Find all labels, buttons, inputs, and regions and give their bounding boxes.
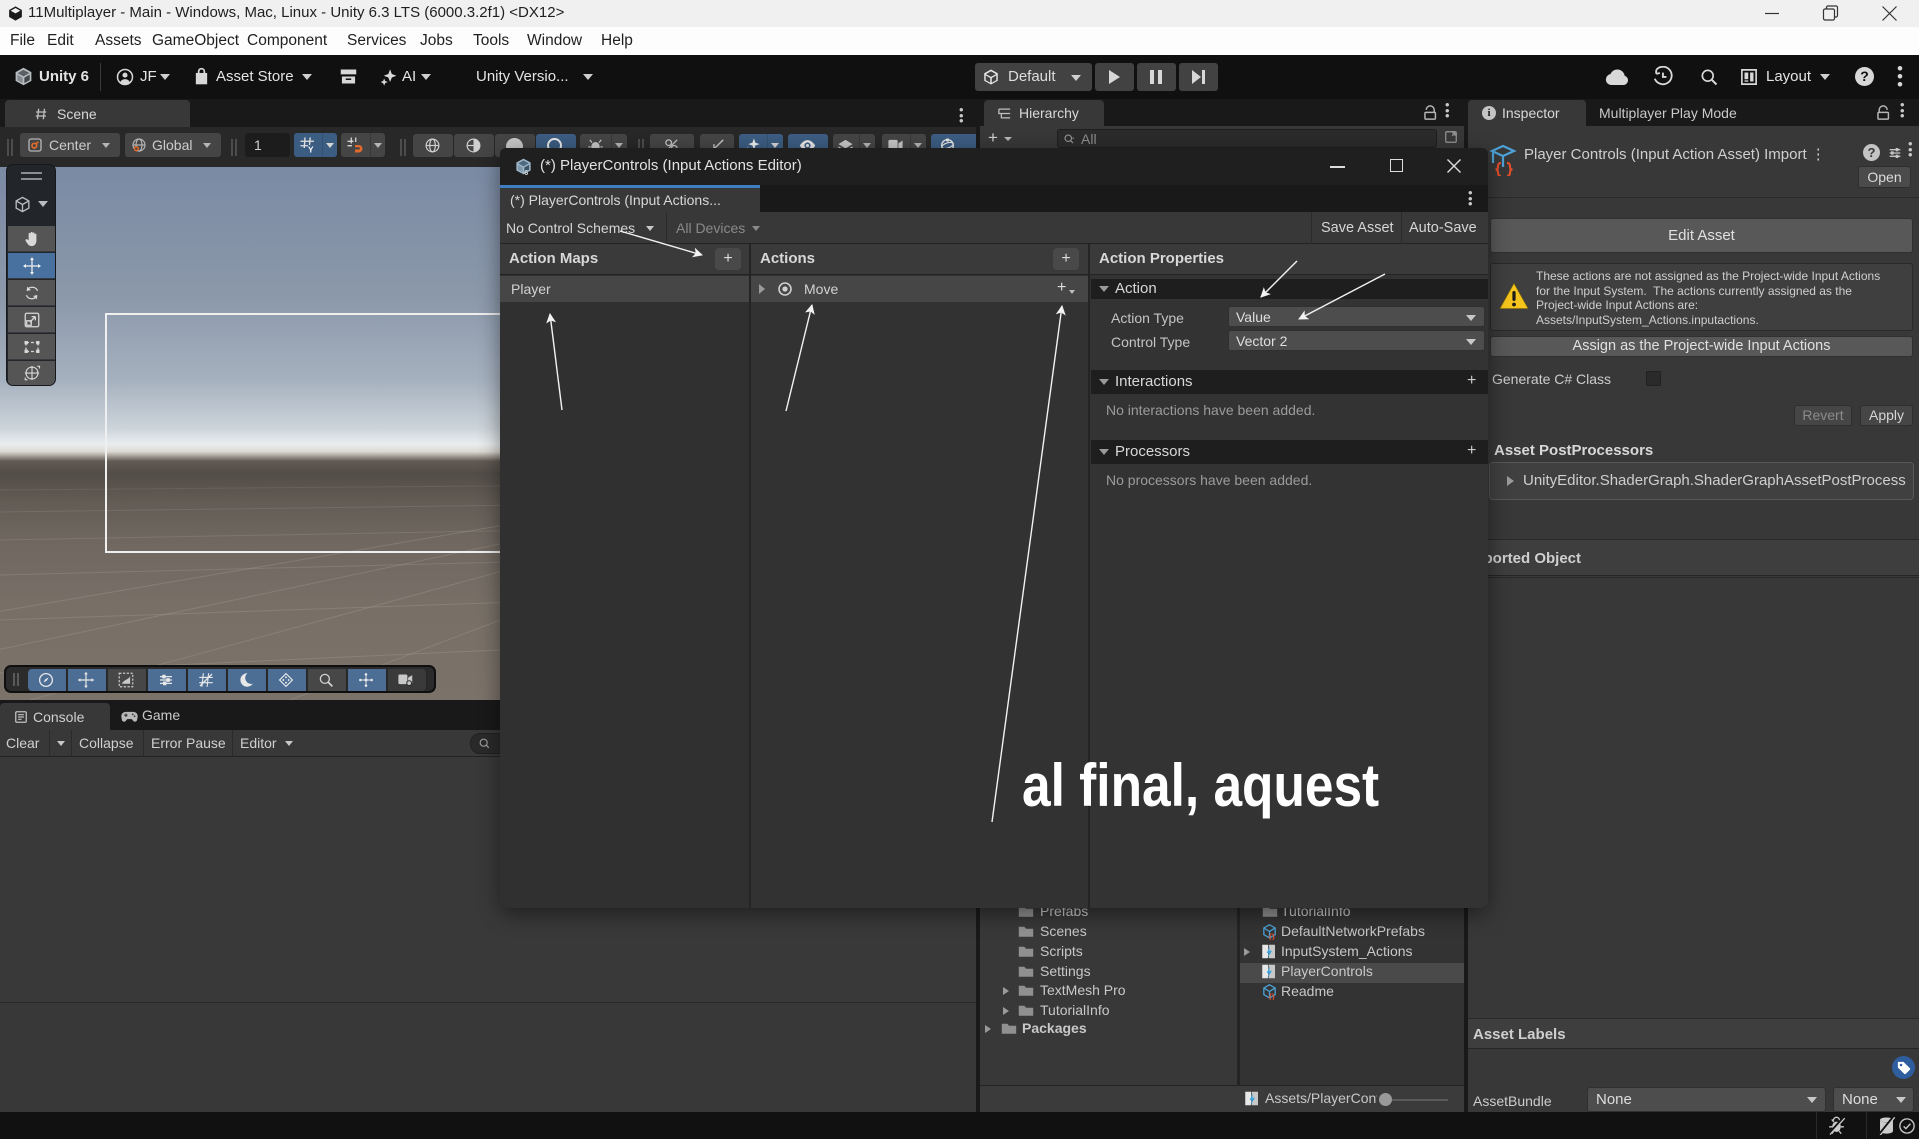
svg-text:{}: {} <box>1269 992 1275 1000</box>
svg-text:Y: Y <box>308 146 314 155</box>
svg-text:6: 6 <box>524 169 528 176</box>
svg-text:{}: {} <box>1269 932 1275 940</box>
